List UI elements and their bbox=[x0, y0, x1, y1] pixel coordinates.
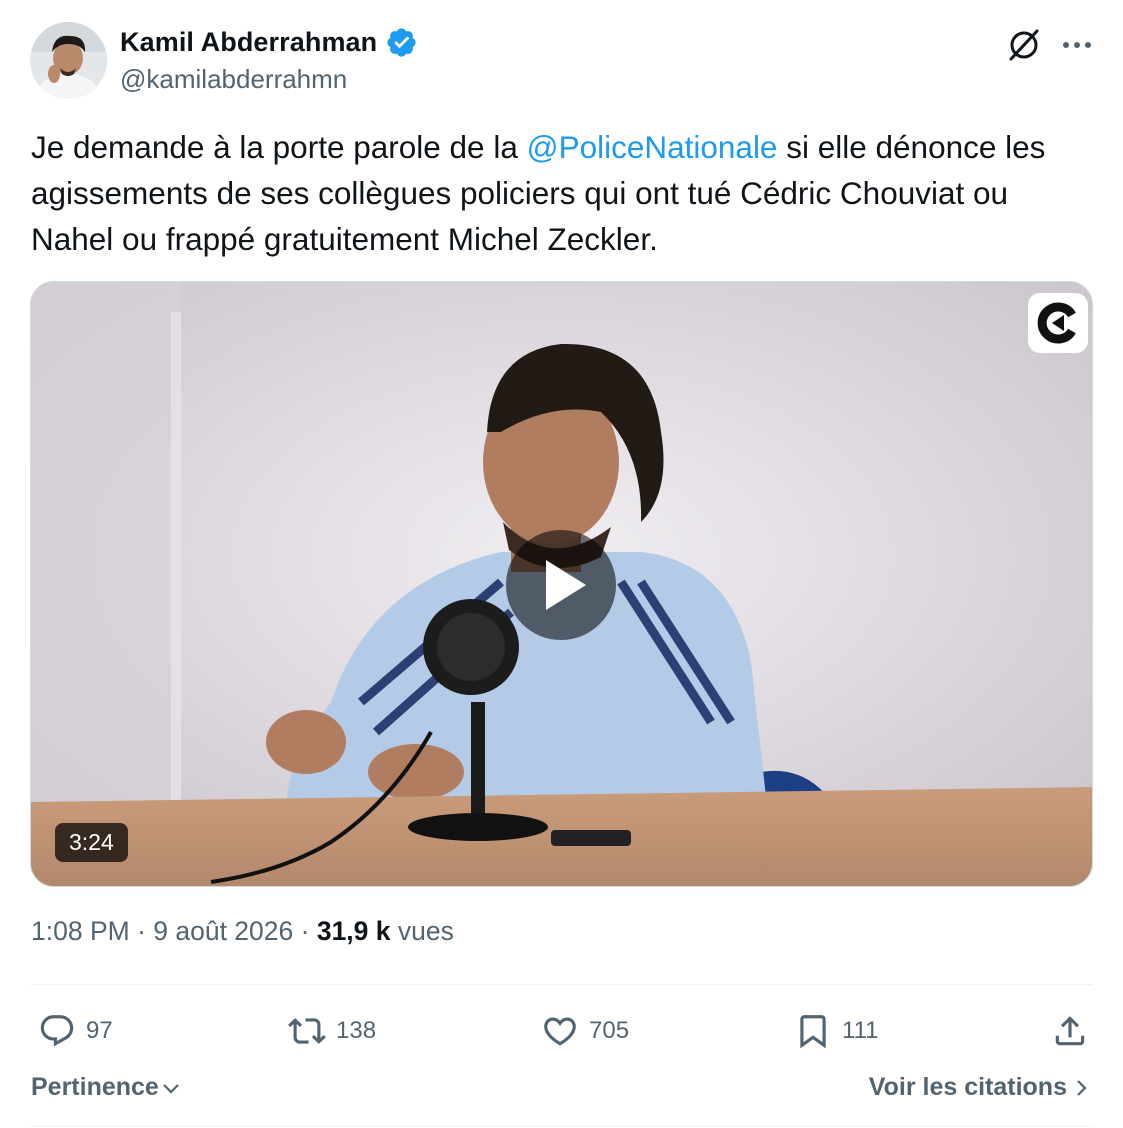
brand-logo-icon bbox=[1028, 293, 1088, 353]
chevron-down-icon bbox=[163, 1083, 179, 1094]
video-duration: 3:24 bbox=[55, 823, 128, 862]
like-button[interactable]: 705 bbox=[541, 1003, 629, 1059]
share-icon[interactable] bbox=[1051, 1012, 1089, 1050]
heart-icon bbox=[544, 1017, 576, 1046]
author-name-row[interactable]: Kamil Abderrahman bbox=[120, 26, 418, 59]
tweet-meta: 1:08 PM · 9 août 2026 · 31,9 k vues bbox=[31, 916, 454, 947]
quotes-label: Voir les citations bbox=[868, 1073, 1067, 1101]
more-options-icon[interactable] bbox=[1058, 26, 1096, 64]
repost-button[interactable]: 138 bbox=[288, 1003, 376, 1059]
tweet-time[interactable]: 1:08 PM bbox=[31, 916, 130, 946]
bookmark-icon bbox=[800, 1015, 826, 1049]
meta-separator: · bbox=[129, 916, 154, 946]
views-label: vues bbox=[390, 916, 454, 946]
avatar[interactable] bbox=[30, 22, 107, 99]
play-button[interactable] bbox=[506, 530, 616, 640]
reply-button[interactable]: 97 bbox=[38, 1003, 113, 1059]
replies-footer: Pertinence Voir les citations bbox=[31, 1073, 1093, 1107]
grok-icon[interactable] bbox=[1005, 26, 1043, 64]
like-count: 705 bbox=[589, 1017, 630, 1044]
views-count: 31,9 k bbox=[316, 916, 391, 946]
tweet-text: Je demande à la porte parole de la @Poli… bbox=[31, 124, 1093, 262]
divider-bottom bbox=[30, 1126, 1093, 1127]
action-bar: 97 138 705 111 bbox=[30, 1003, 1093, 1059]
repost-icon bbox=[288, 1018, 326, 1044]
bookmark-count: 111 bbox=[842, 1017, 879, 1044]
sort-label: Pertinence bbox=[31, 1073, 159, 1101]
tweet-header: Kamil Abderrahman @kamilabderrahmn bbox=[30, 22, 1095, 102]
repost-count: 138 bbox=[336, 1017, 377, 1044]
verified-badge-icon bbox=[387, 28, 416, 57]
reply-count: 97 bbox=[86, 1017, 113, 1044]
tweet-date[interactable]: 9 août 2026 bbox=[153, 916, 293, 946]
divider-top bbox=[30, 984, 1093, 985]
bookmark-button[interactable]: 111 bbox=[794, 1003, 878, 1059]
play-icon bbox=[546, 560, 586, 610]
author-handle[interactable]: @kamilabderrahmn bbox=[120, 64, 347, 95]
reply-icon bbox=[40, 1015, 74, 1047]
sort-dropdown[interactable]: Pertinence bbox=[31, 1073, 181, 1102]
author-name[interactable]: Kamil Abderrahman bbox=[120, 27, 377, 58]
video-player[interactable]: 3:24 bbox=[30, 281, 1093, 887]
view-quotes-link[interactable]: Voir les citations bbox=[869, 1073, 1089, 1102]
mention-link[interactable]: @PoliceNationale bbox=[527, 129, 778, 165]
meta-separator-2: · bbox=[293, 916, 317, 946]
tweet-text-start: Je demande à la porte parole de la bbox=[31, 129, 527, 165]
chevron-right-icon bbox=[1077, 1079, 1087, 1096]
